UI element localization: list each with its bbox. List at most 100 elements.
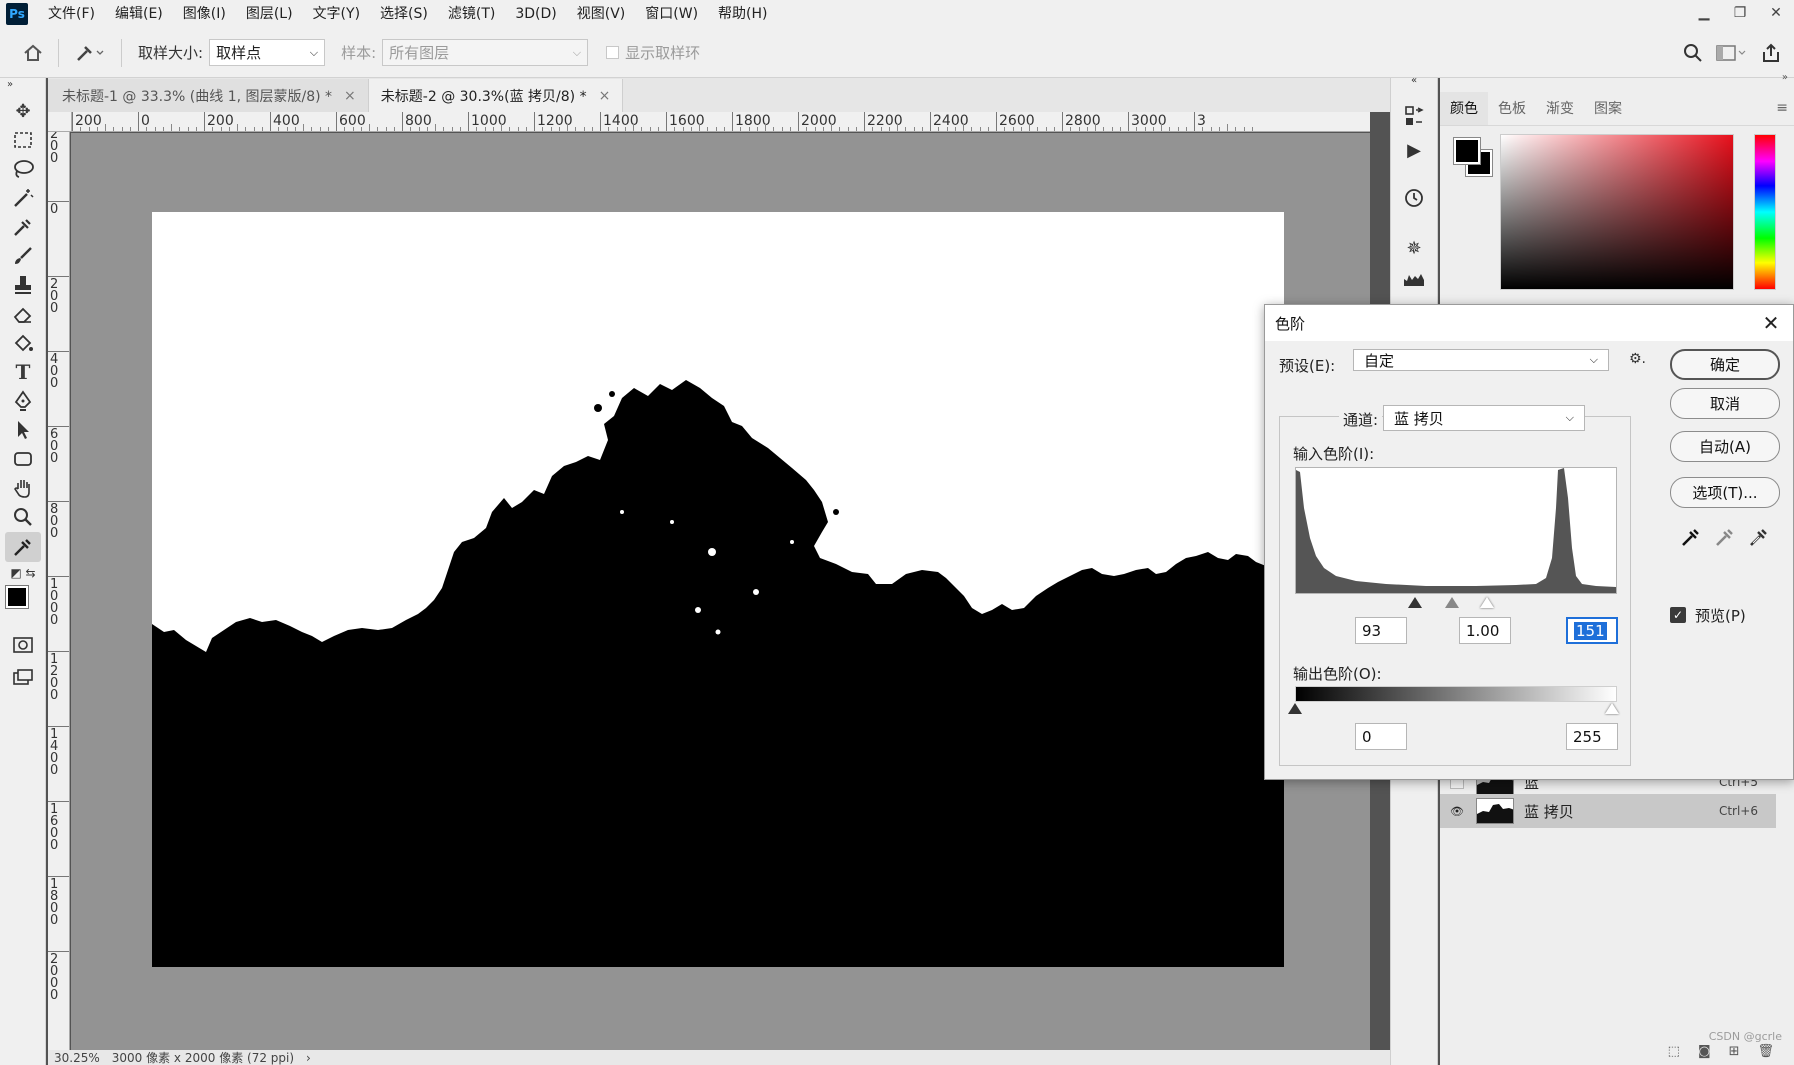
collapse-icon[interactable]: » [1782, 72, 1788, 83]
input-gamma-slider[interactable] [1445, 597, 1459, 608]
history-icon[interactable] [1391, 182, 1437, 214]
ruler-minor-tick [426, 127, 428, 131]
zoom-level[interactable]: 30.25% [54, 1051, 100, 1065]
new-channel-icon[interactable]: ⊞ [1729, 1044, 1740, 1059]
input-white-slider[interactable] [1480, 597, 1494, 608]
paint-bucket-tool-icon[interactable] [5, 328, 41, 358]
ruler-minor-tick [344, 127, 346, 131]
lasso-tool-icon[interactable] [5, 154, 41, 184]
collapse-icon[interactable]: » [0, 76, 20, 92]
eraser-tool-icon[interactable] [5, 299, 41, 329]
pen-tool-icon[interactable] [5, 386, 41, 416]
output-white-slider[interactable] [1605, 703, 1619, 714]
magic-wand-tool-icon[interactable] [5, 183, 41, 213]
ruler-minor-tick [113, 127, 115, 131]
menu-item[interactable]: 编辑(E) [105, 0, 173, 28]
eyedropper-color-tool-icon[interactable] [5, 212, 41, 242]
gray-eyedropper-icon[interactable] [1711, 523, 1739, 551]
color-field[interactable] [1500, 134, 1734, 290]
menu-item[interactable]: 帮助(H) [708, 0, 777, 28]
foreground-color-swatch[interactable] [1453, 137, 1481, 165]
close-window-icon[interactable]: ✕ [1758, 0, 1794, 26]
collapse-icon[interactable]: « [1391, 70, 1437, 90]
histogram-icon[interactable] [1391, 264, 1437, 296]
menu-item[interactable]: 视图(V) [567, 0, 636, 28]
channel-row[interactable]: 👁 蓝 拷贝 Ctrl+6 [1440, 794, 1776, 828]
menu-item[interactable]: 图层(L) [236, 0, 303, 28]
input-white-field[interactable]: 151 [1566, 617, 1618, 644]
foreground-background-swatch[interactable] [5, 585, 42, 620]
menu-item[interactable]: 文件(F) [38, 0, 105, 28]
ruler-minor-tick [1185, 127, 1187, 131]
swap-colors-icon[interactable]: ◩ ⇆ [5, 564, 41, 582]
preset-select[interactable]: 自定 ⌵ [1353, 349, 1609, 371]
move-tool-icon[interactable]: ✥ [5, 96, 41, 126]
input-black-slider[interactable] [1408, 597, 1422, 608]
home-icon[interactable] [16, 36, 50, 70]
menu-item[interactable]: 图像(I) [173, 0, 236, 28]
output-black-field[interactable]: 0 [1355, 723, 1407, 750]
panel-menu-icon[interactable]: ≡ [1776, 100, 1788, 116]
document-canvas[interactable] [152, 212, 1284, 967]
menu-item[interactable]: 选择(S) [370, 0, 438, 28]
save-selection-icon[interactable]: ◙ [1698, 1044, 1711, 1059]
color-panel-tab[interactable]: 图案 [1584, 92, 1632, 125]
restore-icon[interactable]: ❐ [1722, 0, 1758, 26]
close-icon[interactable]: ✕ [1757, 309, 1785, 337]
load-selection-icon[interactable]: ⬚ [1668, 1044, 1680, 1059]
workspace-icon[interactable] [1710, 36, 1754, 70]
foreground-color[interactable] [5, 585, 29, 609]
adjustments-icon[interactable] [1391, 100, 1437, 132]
hue-slider[interactable] [1754, 134, 1776, 290]
input-gamma-field[interactable]: 1.00 [1459, 617, 1511, 644]
close-icon[interactable]: × [344, 88, 356, 104]
black-eyedropper-icon[interactable] [1677, 523, 1705, 551]
ok-button[interactable]: 确定 [1670, 349, 1780, 380]
color-panel-tab[interactable]: 渐变 [1536, 92, 1584, 125]
menu-item[interactable]: 滤镜(T) [438, 0, 505, 28]
document-tab-1[interactable]: 未标题-1 @ 33.3% (曲线 1, 图层蒙版/8) * × [48, 79, 369, 112]
minimize-icon[interactable]: ▁ [1686, 0, 1722, 26]
sample-size-select[interactable]: 取样点 ⌵ [209, 39, 326, 66]
output-white-field[interactable]: 255 [1566, 723, 1618, 750]
canvas-area[interactable] [71, 133, 1370, 1050]
marquee-tool-icon[interactable] [5, 125, 41, 155]
hand-tool-icon[interactable] [5, 473, 41, 503]
eye-icon[interactable]: 👁 [1450, 804, 1464, 818]
color-panel-tab[interactable]: 颜色 [1440, 92, 1488, 125]
share-icon[interactable] [1754, 36, 1788, 70]
ruler-minor-tick [872, 127, 874, 131]
menu-item[interactable]: 3D(D) [505, 0, 566, 28]
preview-checkbox[interactable]: ✓ [1670, 607, 1686, 623]
white-eyedropper-icon[interactable] [1745, 523, 1773, 551]
ruler-minor-tick [525, 127, 527, 131]
zoom-tool-icon[interactable] [5, 502, 41, 532]
quick-mask-icon[interactable] [5, 630, 41, 660]
preset-options-gear-icon[interactable]: ⚙. [1629, 351, 1646, 367]
stamp-tool-icon[interactable] [5, 270, 41, 300]
eyedropper-tool-icon[interactable] [5, 532, 41, 562]
document-tab-2[interactable]: 未标题-2 @ 30.3%(蓝 拷贝/8) * × [368, 79, 624, 112]
menu-item[interactable]: 文字(Y) [303, 0, 370, 28]
menu-item[interactable]: 窗口(W) [635, 0, 708, 28]
play-actions-icon[interactable]: ▶ [1391, 134, 1437, 166]
input-black-field[interactable]: 93 [1355, 617, 1407, 644]
shape-tool-icon[interactable] [5, 444, 41, 474]
channel-select[interactable]: 蓝 拷贝 ⌵ [1383, 405, 1585, 431]
close-icon[interactable]: × [599, 88, 611, 104]
options-button[interactable]: 选项(T)... [1670, 477, 1780, 508]
type-tool-icon[interactable]: T [5, 357, 41, 387]
search-icon[interactable] [1676, 36, 1710, 70]
color-panel-tab[interactable]: 色板 [1488, 92, 1536, 125]
status-arrow[interactable]: › [306, 1051, 311, 1065]
eyedropper-preset-icon[interactable] [67, 36, 113, 70]
color-panel-swatches[interactable] [1453, 137, 1496, 180]
cancel-button[interactable]: 取消 [1670, 388, 1780, 419]
delete-channel-icon[interactable]: 🗑 [1757, 1044, 1774, 1059]
brush-tool-icon[interactable] [5, 241, 41, 271]
properties-icon[interactable]: ✵ [1391, 232, 1437, 264]
path-selection-tool-icon[interactable] [5, 415, 41, 445]
auto-button[interactable]: 自动(A) [1670, 431, 1780, 462]
output-black-slider[interactable] [1288, 703, 1302, 714]
screen-mode-icon[interactable] [5, 662, 41, 692]
